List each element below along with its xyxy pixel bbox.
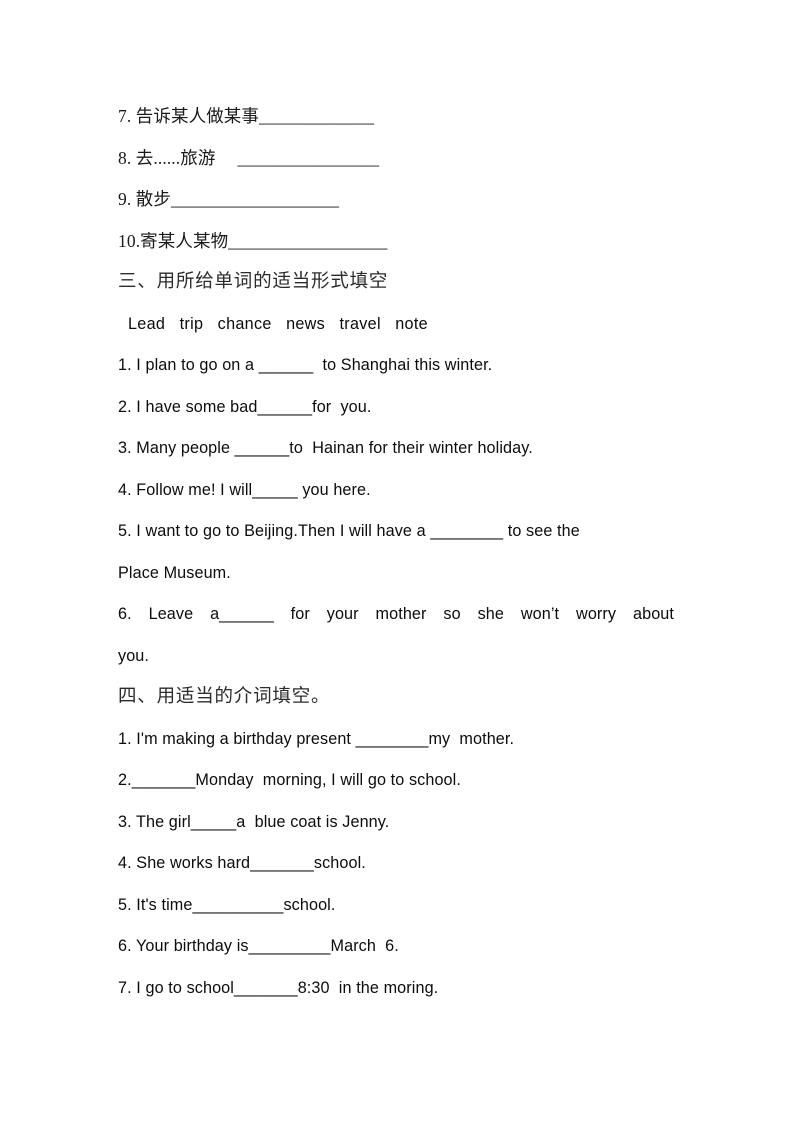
section-four-item-3: 3. The girl_____a blue coat is Jenny. [118,812,390,831]
section-three-item-3: 3. Many people ______to Hainan for their… [118,439,533,457]
section-three-item-2: 2. I have some bad______for you. [118,397,372,416]
section-three-heading: 三、用所给单词的适当形式填空 [118,272,389,292]
section-two-item-8: 8. 去......旅游 ________________ [118,147,380,168]
section-four-item-7: 7. I go to school_______8:30 in the mori… [118,978,439,997]
worksheet-content: 7. 告诉某人做某事_____________ 8. 去......旅游 ___… [118,96,684,1009]
section-three-item-4: 4. Follow me! I will_____ you here. [118,480,371,499]
worksheet-page: 7. 告诉某人做某事_____________ 8. 去......旅游 ___… [0,0,794,1123]
section-three-item-1: 1. I plan to go on a ______ to Shanghai … [118,356,493,374]
section-two-item-9: 9. 散步___________________ [118,189,340,209]
section-four-item-5: 5. It's time__________school. [118,895,336,914]
section-three-item-6: 6. Leave a______ for your mother so she … [118,605,674,623]
section-three-item-5: 5. I want to go to Beijing.Then I will h… [118,522,580,540]
section-four-item-1: 1. I'm making a birthday present _______… [118,729,515,748]
section-two-item-7: 7. 告诉某人做某事_____________ [118,106,375,126]
section-four-item-6: 6. Your birthday is_________March 6. [118,937,399,955]
section-four-item-4: 4. She works hard_______school. [118,854,366,872]
section-three-item-6-continued: you. [118,646,149,665]
section-four-item-2: 2._______Monday morning, I will go to sc… [118,771,461,789]
section-four-heading: 四、用适当的介词填空。 [118,687,331,707]
section-two-item-10: 10.寄某人某物__________________ [118,230,388,251]
section-three-item-5-continued: Place Museum. [118,563,231,582]
section-three-word-bank: Lead trip chance news travel note [128,314,428,333]
